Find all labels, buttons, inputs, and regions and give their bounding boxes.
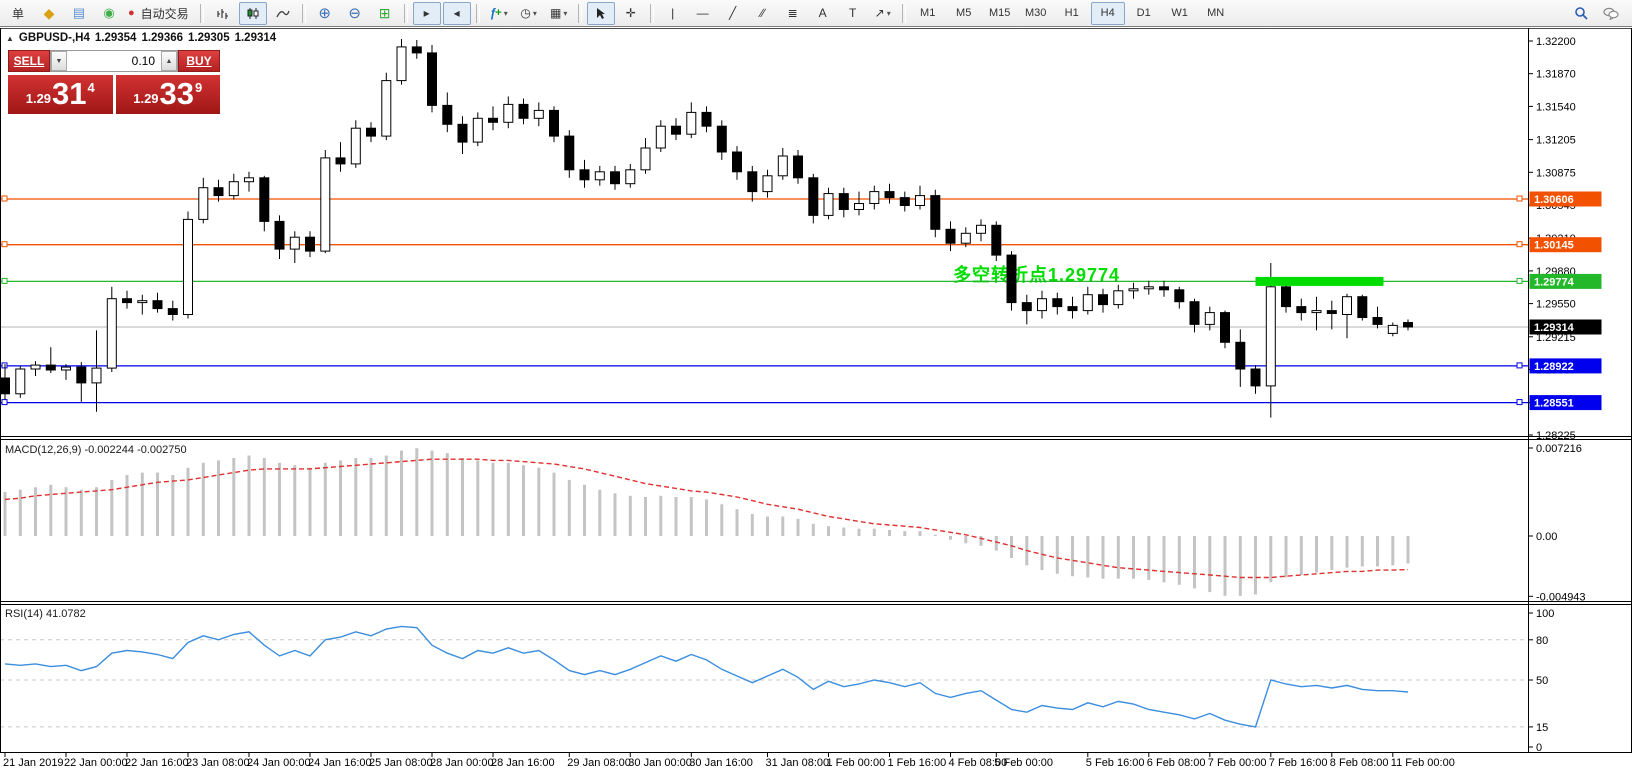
arrows-icon: ↗ — [875, 6, 885, 20]
time-axis[interactable] — [0, 752, 1528, 772]
tab-w1[interactable]: W1 — [1163, 2, 1197, 25]
volume-increase-button[interactable]: ▲ — [161, 51, 177, 71]
chevron-down-icon: ▾ — [887, 9, 891, 18]
toolbar: 单 ◆ ▤ ◉ ● 自动交易 ⊕ ⊖ ⊞ ▸ ◂ ƒ+▾ ◷▾ ▦▾ ✛ | ―… — [0, 0, 1632, 27]
bar-chart-button[interactable] — [209, 2, 237, 25]
one-click-trade-panel: SELL ▼ 0.10 ▲ BUY 1.29 31 4 1.29 33 9 — [8, 50, 220, 114]
signals-icon[interactable]: ◉ — [95, 2, 123, 25]
indicators-button[interactable]: ƒ+▾ — [485, 2, 513, 25]
chat-icon — [1603, 7, 1619, 20]
candlestick-chart-icon — [246, 7, 260, 20]
tab-h4[interactable]: H4 — [1091, 2, 1125, 25]
sell-price-point: 4 — [88, 80, 95, 95]
mt4-terminal: { "toolbar": { "new_order_label": "单", "… — [0, 0, 1632, 772]
periods-button[interactable]: ◷▾ — [515, 2, 543, 25]
horizontal-line-button[interactable]: ― — [689, 2, 717, 25]
tile-windows-icon[interactable]: ⊞ — [371, 2, 399, 25]
autotrading-label: 自动交易 — [138, 5, 192, 22]
cursor-button[interactable] — [587, 2, 615, 25]
auto-scroll-button[interactable]: ▸ — [413, 2, 441, 25]
indicators-plus-icon: + — [495, 7, 501, 19]
text-tool-button[interactable]: A — [809, 2, 837, 25]
toolbar-separator — [404, 4, 408, 23]
search-icon — [1574, 6, 1588, 20]
symbol-info-bar: ▲ GBPUSD-,H4 1.29354 1.29366 1.29305 1.2… — [6, 32, 276, 44]
macd-indicator-label: MACD(12,26,9) -0.002244 -0.002750 — [5, 444, 187, 456]
ohlc-close: 1.29314 — [235, 32, 277, 44]
vertical-line-button[interactable]: | — [659, 2, 687, 25]
trendline-button[interactable]: ╱ — [719, 2, 747, 25]
buy-button[interactable]: BUY — [178, 50, 220, 72]
toolbar-separator — [578, 4, 582, 23]
sell-price-prefix: 1.29 — [26, 91, 51, 106]
buy-price-pips: 33 — [160, 75, 194, 112]
history-center-icon[interactable]: ◆ — [35, 2, 63, 25]
volume-input[interactable]: 0.10 — [67, 51, 161, 71]
arrows-tool-button[interactable]: ↗▾ — [869, 2, 897, 25]
tab-mn[interactable]: MN — [1199, 2, 1233, 25]
market-watch-icon[interactable]: ▤ — [65, 2, 93, 25]
tab-d1[interactable]: D1 — [1127, 2, 1161, 25]
chart-window: 1.322001.318701.315401.312051.308751.305… — [0, 28, 1632, 772]
line-chart-button[interactable] — [269, 2, 297, 25]
volume-stepper: ▼ 0.10 ▲ — [50, 50, 178, 72]
chat-button[interactable] — [1597, 2, 1625, 25]
search-button[interactable] — [1567, 2, 1595, 25]
template-icon: ▦ — [550, 6, 561, 20]
zoom-in-icon[interactable]: ⊕ — [311, 2, 339, 25]
candlestick-chart-button[interactable] — [239, 2, 267, 25]
chart-shift-button[interactable]: ◂ — [443, 2, 471, 25]
line-chart-icon — [276, 7, 290, 20]
chevron-down-icon: ▾ — [533, 9, 537, 18]
toolbar-separator — [650, 4, 654, 23]
tab-m15[interactable]: M15 — [983, 2, 1017, 25]
ohlc-low: 1.29305 — [188, 32, 230, 44]
zoom-out-icon[interactable]: ⊖ — [341, 2, 369, 25]
templates-button[interactable]: ▦▾ — [545, 2, 573, 25]
label-tool-button[interactable]: T — [839, 2, 867, 25]
channel-button[interactable]: ∕∕ — [749, 2, 777, 25]
sell-price-pips: 31 — [52, 75, 86, 112]
collapse-icon[interactable]: ▲ — [6, 34, 14, 43]
chevron-down-icon: ▾ — [563, 9, 567, 18]
tab-m30[interactable]: M30 — [1019, 2, 1053, 25]
ohlc-open: 1.29354 — [95, 32, 137, 44]
autotrading-icon: ● — [128, 7, 135, 19]
sell-button[interactable]: SELL — [8, 50, 50, 72]
buy-price-display[interactable]: 1.29 33 9 — [116, 75, 221, 114]
toolbar-separator — [902, 4, 906, 23]
new-order-button[interactable]: 单 — [3, 2, 33, 25]
autotrading-button[interactable]: ● 自动交易 — [125, 2, 195, 25]
toolbar-separator — [476, 4, 480, 23]
tab-m5[interactable]: M5 — [947, 2, 981, 25]
symbol-name: GBPUSD-,H4 — [19, 32, 90, 44]
chevron-down-icon: ▾ — [504, 9, 508, 18]
price-axis[interactable] — [1528, 28, 1632, 752]
toolbar-separator — [302, 4, 306, 23]
buy-price-prefix: 1.29 — [133, 91, 158, 106]
crosshair-button[interactable]: ✛ — [617, 2, 645, 25]
bar-chart-icon — [216, 7, 230, 20]
cursor-icon — [595, 7, 606, 20]
ohlc-high: 1.29366 — [141, 32, 183, 44]
toolbar-separator — [200, 4, 204, 23]
fibonacci-button[interactable]: ≣ — [779, 2, 807, 25]
volume-decrease-button[interactable]: ▼ — [51, 51, 67, 71]
tab-h1[interactable]: H1 — [1055, 2, 1089, 25]
tab-m1[interactable]: M1 — [911, 2, 945, 25]
rsi-indicator-label: RSI(14) 41.0782 — [5, 608, 86, 620]
clock-icon: ◷ — [520, 6, 530, 20]
buy-price-point: 9 — [195, 80, 202, 95]
sell-price-display[interactable]: 1.29 31 4 — [8, 75, 113, 114]
